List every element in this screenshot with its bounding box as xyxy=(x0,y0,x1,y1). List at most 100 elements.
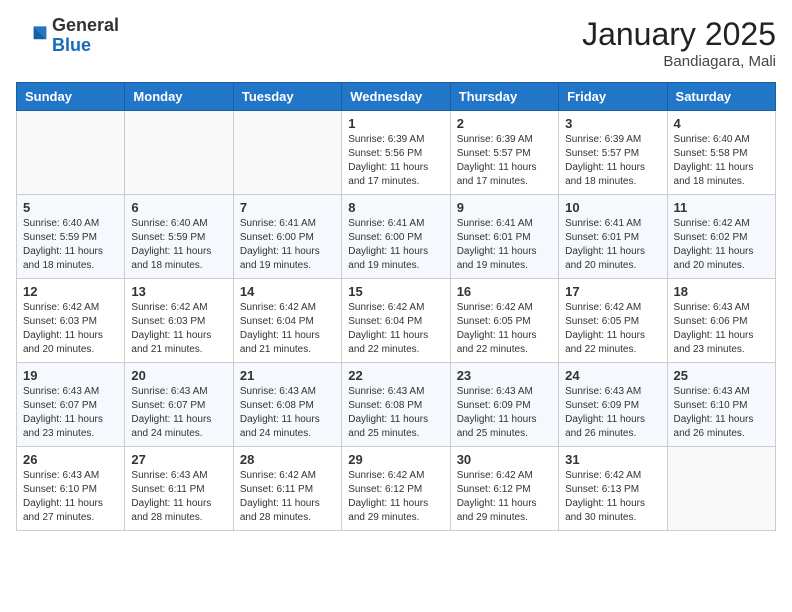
calendar-week-2: 5Sunrise: 6:40 AM Sunset: 5:59 PM Daylig… xyxy=(17,195,776,279)
day-info: Sunrise: 6:43 AM Sunset: 6:11 PM Dayligh… xyxy=(131,469,226,525)
calendar-cell: 11 Sunrise: 6:42 AM Sunset: 6:02 PM Dayli… xyxy=(667,195,775,279)
day-number: 29 xyxy=(348,452,443,467)
day-info: Sunrise: 6:43 AM Sunset: 6:06 PM Dayligh… xyxy=(674,301,769,357)
calendar-cell: 28 Sunrise: 6:42 AM Sunset: 6:11 PM Dayli… xyxy=(233,447,341,531)
calendar-cell: 6 Sunrise: 6:40 AM Sunset: 5:59 PM Daylig… xyxy=(125,195,233,279)
calendar-cell: 29 Sunrise: 6:42 AM Sunset: 6:12 PM Dayli… xyxy=(342,447,450,531)
day-number: 15 xyxy=(348,284,443,299)
calendar-cell: 3 Sunrise: 6:39 AM Sunset: 5:57 PM Daylig… xyxy=(559,111,667,195)
day-number: 3 xyxy=(565,116,660,131)
logo-text: General Blue xyxy=(52,16,119,56)
calendar-cell: 23Sunrise: 6:43 AM Sunset: 6:09 PM Dayli… xyxy=(450,363,558,447)
weekday-header-thursday: Thursday xyxy=(450,83,558,111)
day-number: 12 xyxy=(23,284,118,299)
calendar-cell: 4 Sunrise: 6:40 AM Sunset: 5:58 PM Daylig… xyxy=(667,111,775,195)
day-info: Sunrise: 6:42 AM Sunset: 6:11 PM Dayligh… xyxy=(240,469,335,525)
day-info: Sunrise: 6:43 AM Sunset: 6:10 PM Dayligh… xyxy=(674,385,769,441)
weekday-header-row: SundayMondayTuesdayWednesdayThursdayFrid… xyxy=(17,83,776,111)
day-info: Sunrise: 6:43 AM Sunset: 6:07 PM Dayligh… xyxy=(23,385,118,441)
day-number: 30 xyxy=(457,452,552,467)
logo: General Blue xyxy=(16,16,119,56)
day-number: 31 xyxy=(565,452,660,467)
weekday-header-sunday: Sunday xyxy=(17,83,125,111)
day-info: Sunrise: 6:40 AM Sunset: 5:59 PM Dayligh… xyxy=(131,217,226,273)
title-block: January 2025 Bandiagara, Mali xyxy=(582,16,776,70)
calendar-cell xyxy=(17,111,125,195)
day-info: Sunrise: 6:40 AM Sunset: 5:58 PM Dayligh… xyxy=(674,133,769,189)
weekday-header-friday: Friday xyxy=(559,83,667,111)
calendar-table: SundayMondayTuesdayWednesdayThursdayFrid… xyxy=(16,82,776,531)
calendar-week-5: 26 Sunrise: 6:43 AM Sunset: 6:10 PM Dayli… xyxy=(17,447,776,531)
calendar-cell: 16Sunrise: 6:42 AM Sunset: 6:05 PM Dayli… xyxy=(450,279,558,363)
calendar-cell: 17Sunrise: 6:42 AM Sunset: 6:05 PM Dayli… xyxy=(559,279,667,363)
calendar-cell: 20 Sunrise: 6:43 AM Sunset: 6:07 PM Dayli… xyxy=(125,363,233,447)
day-info: Sunrise: 6:42 AM Sunset: 6:04 PM Dayligh… xyxy=(348,301,443,357)
day-info: Sunrise: 6:43 AM Sunset: 6:08 PM Dayligh… xyxy=(348,385,443,441)
day-number: 1 xyxy=(348,116,443,131)
day-info: Sunrise: 6:39 AM Sunset: 5:57 PM Dayligh… xyxy=(565,133,660,189)
calendar-week-3: 12 Sunrise: 6:42 AM Sunset: 6:03 PM Dayli… xyxy=(17,279,776,363)
day-number: 9 xyxy=(457,200,552,215)
calendar-cell: 2Sunrise: 6:39 AM Sunset: 5:57 PM Daylig… xyxy=(450,111,558,195)
calendar-cell: 30 Sunrise: 6:42 AM Sunset: 6:12 PM Dayli… xyxy=(450,447,558,531)
day-number: 28 xyxy=(240,452,335,467)
day-number: 6 xyxy=(131,200,226,215)
day-info: Sunrise: 6:43 AM Sunset: 6:09 PM Dayligh… xyxy=(565,385,660,441)
calendar-cell: 31 Sunrise: 6:42 AM Sunset: 6:13 PM Dayli… xyxy=(559,447,667,531)
calendar-cell: 13 Sunrise: 6:42 AM Sunset: 6:03 PM Dayli… xyxy=(125,279,233,363)
page-header: General Blue January 2025 Bandiagara, Ma… xyxy=(16,16,776,70)
calendar-cell: 14 Sunrise: 6:42 AM Sunset: 6:04 PM Dayli… xyxy=(233,279,341,363)
day-number: 13 xyxy=(131,284,226,299)
day-number: 22 xyxy=(348,368,443,383)
day-info: Sunrise: 6:43 AM Sunset: 6:07 PM Dayligh… xyxy=(131,385,226,441)
day-number: 2 xyxy=(457,116,552,131)
day-number: 20 xyxy=(131,368,226,383)
day-info: Sunrise: 6:42 AM Sunset: 6:03 PM Dayligh… xyxy=(23,301,118,357)
calendar-cell: 15 Sunrise: 6:42 AM Sunset: 6:04 PM Dayli… xyxy=(342,279,450,363)
logo-blue: Blue xyxy=(52,35,91,55)
day-info: Sunrise: 6:42 AM Sunset: 6:03 PM Dayligh… xyxy=(131,301,226,357)
calendar-cell xyxy=(125,111,233,195)
calendar-cell: 25Sunrise: 6:43 AM Sunset: 6:10 PM Dayli… xyxy=(667,363,775,447)
calendar-week-1: 1Sunrise: 6:39 AM Sunset: 5:56 PM Daylig… xyxy=(17,111,776,195)
calendar-cell: 24 Sunrise: 6:43 AM Sunset: 6:09 PM Dayli… xyxy=(559,363,667,447)
day-info: Sunrise: 6:43 AM Sunset: 6:09 PM Dayligh… xyxy=(457,385,552,441)
day-info: Sunrise: 6:42 AM Sunset: 6:05 PM Dayligh… xyxy=(457,301,552,357)
day-info: Sunrise: 6:41 AM Sunset: 6:01 PM Dayligh… xyxy=(457,217,552,273)
day-info: Sunrise: 6:40 AM Sunset: 5:59 PM Dayligh… xyxy=(23,217,118,273)
calendar-body: 1Sunrise: 6:39 AM Sunset: 5:56 PM Daylig… xyxy=(17,111,776,531)
day-number: 18 xyxy=(674,284,769,299)
logo-icon xyxy=(16,20,48,52)
calendar-cell: 19 Sunrise: 6:43 AM Sunset: 6:07 PM Dayli… xyxy=(17,363,125,447)
calendar-cell: 22 Sunrise: 6:43 AM Sunset: 6:08 PM Dayli… xyxy=(342,363,450,447)
calendar-cell: 27Sunrise: 6:43 AM Sunset: 6:11 PM Dayli… xyxy=(125,447,233,531)
day-number: 11 xyxy=(674,200,769,215)
day-info: Sunrise: 6:42 AM Sunset: 6:04 PM Dayligh… xyxy=(240,301,335,357)
day-number: 8 xyxy=(348,200,443,215)
day-number: 19 xyxy=(23,368,118,383)
weekday-header-tuesday: Tuesday xyxy=(233,83,341,111)
calendar-cell xyxy=(667,447,775,531)
calendar-cell xyxy=(233,111,341,195)
day-info: Sunrise: 6:43 AM Sunset: 6:08 PM Dayligh… xyxy=(240,385,335,441)
day-info: Sunrise: 6:42 AM Sunset: 6:12 PM Dayligh… xyxy=(348,469,443,525)
weekday-header-wednesday: Wednesday xyxy=(342,83,450,111)
day-number: 26 xyxy=(23,452,118,467)
weekday-header-monday: Monday xyxy=(125,83,233,111)
day-number: 17 xyxy=(565,284,660,299)
day-info: Sunrise: 6:42 AM Sunset: 6:12 PM Dayligh… xyxy=(457,469,552,525)
day-info: Sunrise: 6:42 AM Sunset: 6:13 PM Dayligh… xyxy=(565,469,660,525)
calendar-cell: 7Sunrise: 6:41 AM Sunset: 6:00 PM Daylig… xyxy=(233,195,341,279)
day-number: 4 xyxy=(674,116,769,131)
day-info: Sunrise: 6:41 AM Sunset: 6:00 PM Dayligh… xyxy=(348,217,443,273)
calendar-cell: 21 Sunrise: 6:43 AM Sunset: 6:08 PM Dayli… xyxy=(233,363,341,447)
day-number: 14 xyxy=(240,284,335,299)
logo-general: General xyxy=(52,15,119,35)
day-info: Sunrise: 6:41 AM Sunset: 6:00 PM Dayligh… xyxy=(240,217,335,273)
day-number: 21 xyxy=(240,368,335,383)
day-info: Sunrise: 6:43 AM Sunset: 6:10 PM Dayligh… xyxy=(23,469,118,525)
calendar-week-4: 19 Sunrise: 6:43 AM Sunset: 6:07 PM Dayli… xyxy=(17,363,776,447)
day-info: Sunrise: 6:42 AM Sunset: 6:02 PM Dayligh… xyxy=(674,217,769,273)
day-number: 24 xyxy=(565,368,660,383)
calendar-header: SundayMondayTuesdayWednesdayThursdayFrid… xyxy=(17,83,776,111)
